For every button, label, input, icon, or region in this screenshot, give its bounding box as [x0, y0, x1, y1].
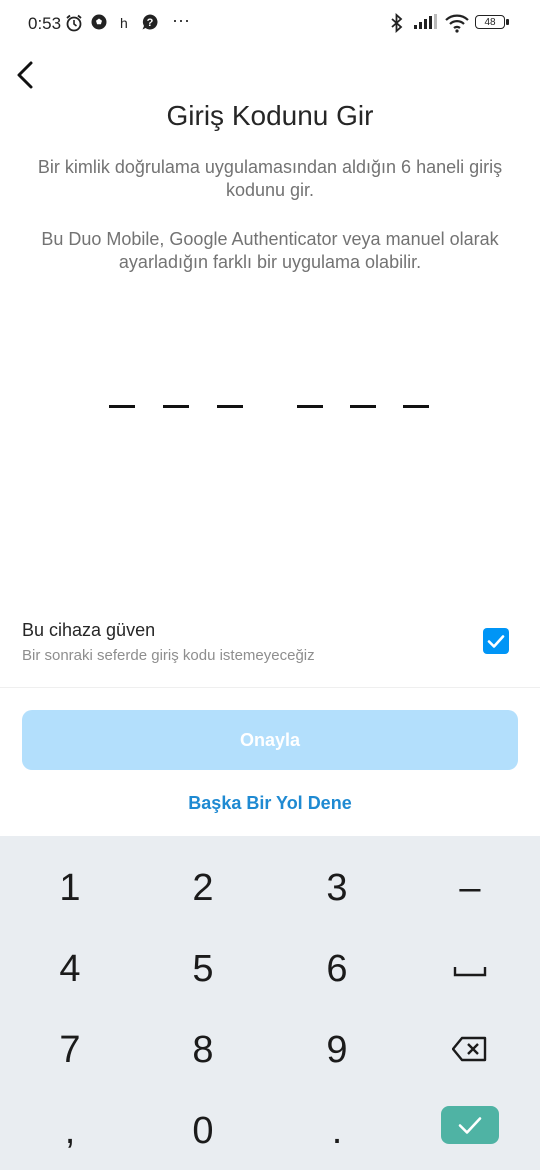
code-digit-slot — [163, 405, 189, 408]
chevron-left-icon — [12, 61, 42, 96]
key-3[interactable]: 3 — [287, 858, 387, 918]
description-primary: Bir kimlik doğrulama uygulamasından aldı… — [37, 157, 503, 200]
key-4[interactable]: 4 — [20, 939, 120, 999]
key-8[interactable]: 8 — [153, 1020, 253, 1080]
key-comma[interactable]: , — [20, 1101, 120, 1161]
numeric-keyboard: 1 2 3 – 4 5 6 7 8 9 , 0 . — [0, 836, 540, 1170]
key-2[interactable]: 2 — [153, 858, 253, 918]
status-bar: 0:53 h ? ··· 48 — [0, 0, 540, 46]
key-9[interactable]: 9 — [287, 1020, 387, 1080]
help-icon: ? — [141, 13, 159, 37]
code-digit-slot — [217, 405, 243, 408]
svg-text:?: ? — [147, 17, 154, 29]
trust-device-subtitle: Bir sonraki seferde giriş kodu istemeyec… — [22, 647, 315, 664]
key-period[interactable]: . — [287, 1101, 387, 1161]
code-input[interactable] — [0, 395, 540, 425]
h-indicator: h — [120, 15, 128, 31]
trust-device-section: Bu cihaza güven Bir sonraki seferde giri… — [22, 620, 522, 664]
status-time: 0:53 — [28, 14, 62, 33]
trust-device-checkbox[interactable] — [483, 628, 509, 654]
description-secondary: Bu Duo Mobile, Google Authenticator veya… — [41, 229, 499, 272]
signal-icon — [412, 13, 438, 37]
code-digit-slot — [297, 405, 323, 408]
key-6[interactable]: 6 — [287, 939, 387, 999]
key-7[interactable]: 7 — [20, 1020, 120, 1080]
key-dash[interactable]: – — [420, 858, 520, 918]
bluetooth-icon — [388, 12, 406, 39]
code-digit-slot — [350, 405, 376, 408]
page-title: Giriş Kodunu Gir — [166, 100, 374, 131]
confirm-button[interactable]: Onayla — [22, 710, 518, 770]
key-0[interactable]: 0 — [153, 1101, 253, 1161]
back-button[interactable] — [12, 58, 42, 92]
key-1[interactable]: 1 — [20, 858, 120, 918]
key-5[interactable]: 5 — [153, 939, 253, 999]
code-digit-slot — [403, 405, 429, 408]
divider — [0, 687, 540, 688]
wifi-icon — [444, 13, 470, 39]
more-notifications: ··· — [172, 10, 190, 30]
code-digit-slot — [109, 405, 135, 408]
key-backspace[interactable] — [420, 1020, 520, 1080]
checkmark-icon — [441, 1117, 499, 1148]
alarm-icon — [64, 13, 84, 39]
trust-device-title: Bu cihaza güven — [22, 620, 156, 640]
backspace-icon — [451, 1029, 488, 1071]
checkmark-icon — [483, 635, 509, 658]
battery-indicator: 48 — [475, 15, 509, 29]
try-another-way-link[interactable]: Başka Bir Yol Dene — [0, 793, 540, 814]
space-icon — [453, 948, 487, 990]
soccer-ball-icon — [90, 13, 108, 37]
key-done[interactable] — [441, 1106, 499, 1144]
key-space[interactable] — [420, 939, 520, 999]
